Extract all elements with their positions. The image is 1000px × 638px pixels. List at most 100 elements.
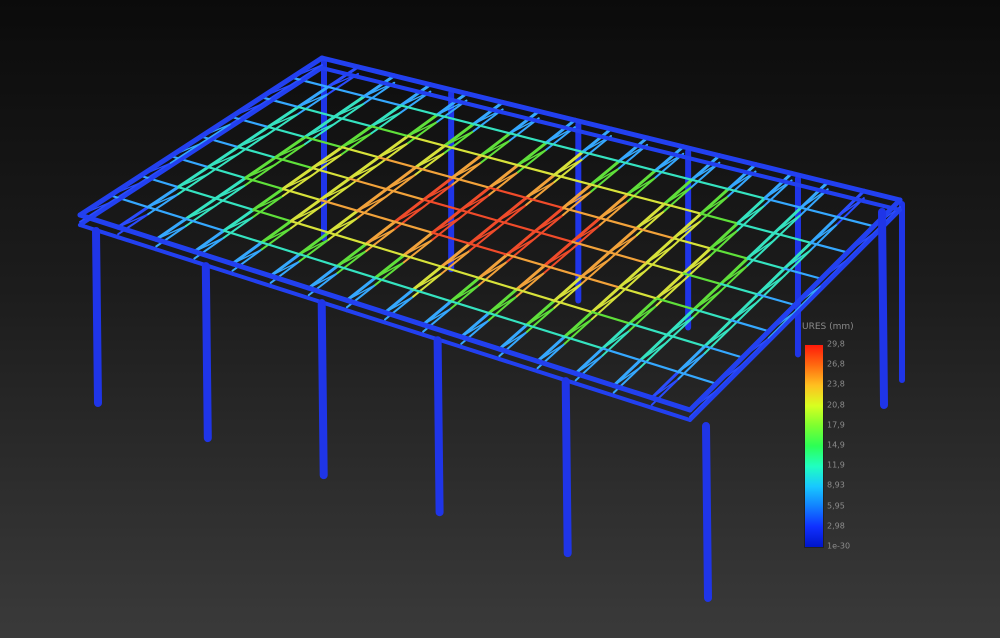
truss-web <box>627 176 657 195</box>
purlin <box>252 208 293 223</box>
edge-beam <box>644 135 686 150</box>
purlin <box>534 230 574 243</box>
truss-web <box>651 378 680 399</box>
edge-beam <box>391 73 433 88</box>
roof-beam <box>574 346 605 375</box>
purlin <box>422 198 462 212</box>
truss-web <box>564 318 593 338</box>
purlin <box>184 217 225 232</box>
purlin <box>412 288 453 303</box>
roof-beam <box>676 344 707 374</box>
truss-web <box>618 269 648 289</box>
roof-beam <box>601 321 632 350</box>
truss-web <box>469 227 499 245</box>
truss-web <box>720 264 749 285</box>
purlin <box>699 212 739 225</box>
purlin <box>677 370 718 385</box>
front-column <box>317 299 328 480</box>
edge-beam <box>753 162 795 176</box>
purlin <box>385 188 425 201</box>
truss-web <box>346 284 377 302</box>
legend-label: 26,8 <box>827 359 845 369</box>
purlin <box>336 264 377 279</box>
purlin <box>356 209 397 223</box>
edge-beam <box>500 99 542 114</box>
purlin <box>333 115 373 128</box>
purlin <box>399 104 439 116</box>
purlin <box>626 193 666 206</box>
truss-web <box>526 307 556 326</box>
displacement-legend: URES (mm) 29,8 26,8 23,8 20,8 17,9 14,9 11,9 8,… <box>800 320 880 560</box>
legend-label: 8,93 <box>827 480 845 490</box>
truss-web <box>460 319 490 338</box>
analysis-viewport[interactable]: URES (mm) 29,8 26,8 23,8 20,8 17,9 14,9 11,9 8,… <box>0 0 1000 638</box>
edge-beam <box>464 91 506 105</box>
truss-web <box>460 193 491 211</box>
purlin <box>488 186 528 199</box>
roof-beam <box>607 226 639 254</box>
roof-beam <box>536 335 567 363</box>
purlin <box>516 164 556 176</box>
roof-beam <box>809 215 839 245</box>
truss-web <box>506 237 536 256</box>
purlin <box>709 247 749 260</box>
purlin <box>274 156 314 170</box>
purlin <box>719 282 759 296</box>
purlin <box>147 206 188 221</box>
purlin <box>414 166 454 179</box>
legend-label: 29,8 <box>827 339 845 349</box>
truss-web <box>590 167 620 186</box>
purlin <box>730 319 770 333</box>
purlin <box>590 183 629 196</box>
purlin <box>692 308 733 322</box>
truss-web <box>488 295 518 314</box>
purlin <box>690 178 730 191</box>
roof-beam <box>645 236 676 265</box>
roof-beam <box>736 196 767 225</box>
purlin <box>222 229 263 244</box>
front-column <box>201 262 212 443</box>
purlin <box>340 146 380 159</box>
purlin <box>363 95 402 107</box>
truss-web <box>639 341 668 361</box>
roof-beam <box>719 257 749 286</box>
purlin <box>436 113 475 126</box>
purlin <box>348 177 388 191</box>
purlin <box>799 206 839 219</box>
truss-web <box>412 272 443 291</box>
truss-web <box>613 366 642 387</box>
purlin <box>562 206 602 220</box>
purlin <box>478 276 518 291</box>
purlin <box>377 156 417 169</box>
truss-web <box>536 342 566 362</box>
purlin <box>260 241 301 256</box>
purlin <box>450 300 491 315</box>
legend-title: URES (mm) <box>802 322 854 332</box>
truss-web <box>497 204 527 222</box>
truss-web <box>431 216 462 234</box>
roof-beam <box>709 221 740 250</box>
roof-beam <box>525 299 556 327</box>
purlin <box>508 132 548 144</box>
purlin <box>618 286 658 300</box>
purlin <box>370 125 410 138</box>
legend-label: 17,9 <box>827 420 845 430</box>
truss-web <box>384 295 414 314</box>
truss-web <box>516 271 546 291</box>
purlin <box>672 237 712 250</box>
truss-web <box>525 181 556 199</box>
purlin <box>553 173 593 186</box>
purlin <box>298 253 339 268</box>
truss-web <box>534 214 564 232</box>
edge-beam <box>319 55 361 70</box>
purlin <box>590 310 631 325</box>
roof-beam <box>650 370 680 400</box>
truss-web <box>636 210 666 229</box>
roof-beam <box>729 292 760 322</box>
edge-beam <box>716 153 758 167</box>
roof-beam <box>598 192 630 220</box>
purlin <box>645 261 685 275</box>
purlin <box>327 85 366 98</box>
roof-beam <box>628 296 659 325</box>
edge-beam <box>608 126 650 141</box>
